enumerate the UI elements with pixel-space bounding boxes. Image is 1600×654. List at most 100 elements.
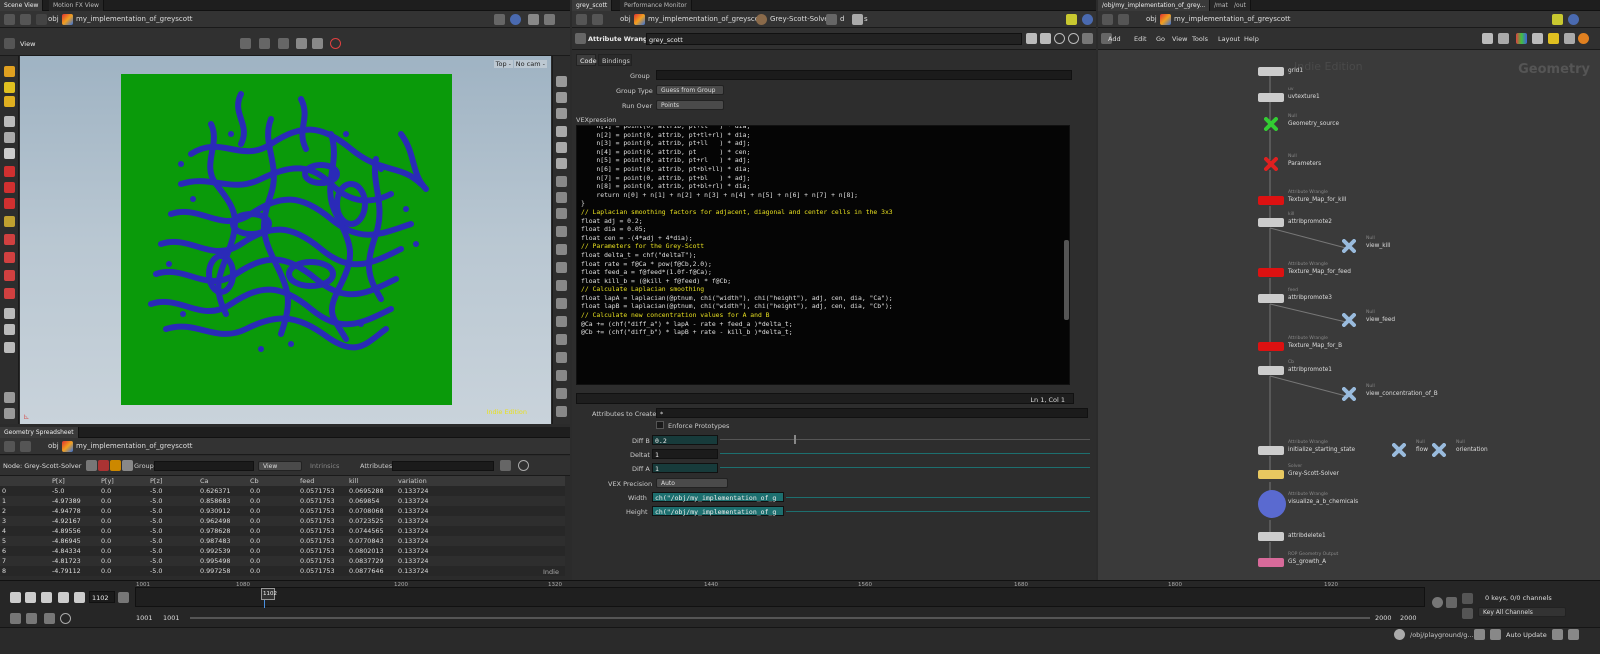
prev-frame-icon[interactable]	[25, 592, 36, 603]
key-icon[interactable]	[1432, 597, 1443, 608]
table-row[interactable]: 5 -4.86945 0.0 -5.0 0.987483 0.0 0.0571753 0.07…	[0, 536, 565, 546]
shape-palette-icon[interactable]	[1532, 33, 1543, 44]
ss-col-variation[interactable]: variation	[398, 477, 427, 485]
node-attribdelete1[interactable]	[1258, 532, 1284, 541]
red-tool-icon-5[interactable]	[4, 252, 15, 263]
red-tool-icon-4[interactable]	[4, 234, 15, 245]
snap-icon[interactable]	[278, 38, 289, 49]
status-icon-4[interactable]	[1568, 629, 1579, 640]
select-tool-icon[interactable]	[4, 132, 15, 143]
tab-scene-view[interactable]: Scene View	[0, 0, 44, 11]
diff-a-field[interactable]: 1	[652, 463, 718, 473]
tab-performance-monitor[interactable]: Performance Monitor	[620, 0, 692, 11]
stop-icon[interactable]	[41, 592, 52, 603]
tab-geometry-spreadsheet[interactable]: Geometry Spreadsheet	[0, 427, 79, 438]
enforce-prototypes-checkbox[interactable]	[656, 421, 664, 429]
cube-icon[interactable]	[528, 14, 539, 25]
diff-b-slider[interactable]	[720, 439, 1090, 440]
code-scrollbar[interactable]	[1064, 240, 1069, 320]
options-icon[interactable]	[1082, 33, 1093, 44]
normals-icon[interactable]	[556, 208, 567, 219]
flag-icon[interactable]	[1578, 33, 1589, 44]
transform-icon[interactable]	[259, 38, 270, 49]
menu-edit[interactable]: Edit	[1134, 35, 1147, 43]
net-link-icon[interactable]	[1568, 14, 1579, 25]
ss-obj-label[interactable]: obj	[48, 442, 59, 450]
width-slider[interactable]	[786, 497, 1090, 498]
node-texture-map-for-b[interactable]	[1258, 342, 1284, 351]
ss-col-pz[interactable]: P[z]	[150, 477, 162, 485]
node-parameters-null-icon[interactable]	[1264, 157, 1278, 171]
table-row[interactable]: 6 -4.84334 0.0 -5.0 0.992539 0.0 0.0571753 0.08…	[0, 546, 565, 556]
snap-grid-icon[interactable]	[556, 226, 567, 237]
camera-icon[interactable]	[4, 308, 15, 319]
net-path-label[interactable]: my_implementation_of_greyscott	[1174, 15, 1291, 23]
mid-obj-label[interactable]: obj	[620, 15, 631, 23]
loop-icon[interactable]	[26, 613, 37, 624]
tool-c-icon[interactable]	[556, 352, 567, 363]
node-visualize-a-b-chemicals[interactable]	[1258, 490, 1286, 518]
eye-icon[interactable]	[556, 126, 567, 137]
persp-menu[interactable]: Top -	[493, 60, 513, 68]
tool-icon-1[interactable]	[4, 66, 15, 77]
last-frame-icon[interactable]	[74, 592, 85, 603]
ss-table-body[interactable]: 0 -5.0 0.0 -5.0 0.626371 0.0 0.0571753 0.069528…	[0, 486, 565, 576]
mid-forward-icon[interactable]	[592, 14, 603, 25]
light-icon[interactable]	[4, 324, 15, 335]
node-grid1[interactable]	[1258, 67, 1284, 76]
channel-icon[interactable]	[1462, 593, 1473, 604]
number-12-icon[interactable]	[556, 298, 567, 309]
run-over-select[interactable]: Points	[656, 100, 724, 110]
tab-obj-network[interactable]: /obj/my_implementation_of_grey...	[1098, 0, 1211, 11]
handle-icon[interactable]	[296, 38, 307, 49]
tool-f-icon[interactable]	[556, 406, 567, 417]
info-icon[interactable]	[1054, 33, 1065, 44]
back-arrow-icon[interactable]	[4, 14, 15, 25]
update-mode-icon[interactable]	[1474, 629, 1485, 640]
height-field[interactable]: ch("/obj/my_implementation_of_g	[652, 506, 784, 516]
group-field[interactable]	[656, 70, 1072, 80]
network-box-icon[interactable]	[1564, 33, 1575, 44]
diff-b-field[interactable]: 0.2	[652, 435, 718, 445]
node-orientation-null-icon[interactable]	[1432, 443, 1446, 457]
dropdown-icon[interactable]	[1446, 597, 1457, 608]
ss-col-px[interactable]: P[x]	[52, 477, 65, 485]
table-row[interactable]: 8 -4.79112 0.0 -5.0 0.997258 0.0 0.0571753 0.08…	[0, 566, 565, 576]
ss-points-icon[interactable]	[86, 460, 97, 471]
key-all-channels-button[interactable]: Key All Channels	[1478, 607, 1566, 617]
node-attribpromote1[interactable]	[1258, 366, 1284, 375]
sphere-icon[interactable]	[4, 342, 15, 353]
status-message-icon[interactable]	[1394, 629, 1405, 640]
ss-attributes-field[interactable]	[392, 461, 494, 471]
node-view-kill-null-icon[interactable]	[1342, 239, 1356, 253]
tab-motion-fx-view[interactable]: Motion FX View	[49, 0, 104, 11]
node-attribpromote2[interactable]	[1258, 218, 1284, 227]
display-icon[interactable]	[312, 38, 323, 49]
obj-label[interactable]: obj	[48, 15, 59, 23]
pin-icon[interactable]	[494, 14, 505, 25]
ss-intrinsics-label[interactable]: Intrinsics	[310, 462, 339, 470]
ss-path-label[interactable]: my_implementation_of_greyscott	[76, 442, 193, 450]
ss-help-icon[interactable]	[518, 460, 529, 471]
node-texture-map-for-kill[interactable]	[1258, 196, 1284, 205]
timeline-bar[interactable]: 1001 1080 1200 1320 1440 1560 1680 1800 1920 110…	[135, 582, 1425, 608]
brush-icon[interactable]	[4, 392, 15, 403]
layout-icon[interactable]	[544, 14, 555, 25]
status-path[interactable]: /obj/playground/g...	[1410, 631, 1474, 639]
menu-add[interactable]: Add	[1108, 35, 1121, 43]
mid-back-icon[interactable]	[576, 14, 587, 25]
mid-link-icon[interactable]	[1082, 14, 1093, 25]
lock-icon[interactable]	[4, 148, 15, 159]
menu-help[interactable]: Help	[1244, 35, 1259, 43]
auto-update-menu[interactable]: Auto Update	[1506, 631, 1547, 639]
points-icon[interactable]	[556, 192, 567, 203]
ss-col-py[interactable]: P[y]	[101, 477, 114, 485]
width-field[interactable]: ch("/obj/my_implementation_of_g	[652, 492, 784, 502]
deltat-field[interactable]: 1	[652, 449, 718, 459]
diff-b-slider-handle[interactable]	[794, 435, 796, 444]
menu-icon[interactable]	[4, 38, 15, 49]
mid-pin-icon[interactable]	[1066, 14, 1077, 25]
eraser-icon[interactable]	[4, 408, 15, 419]
net-pin-icon[interactable]	[1552, 14, 1563, 25]
ss-col-kill[interactable]: kill	[349, 477, 358, 485]
